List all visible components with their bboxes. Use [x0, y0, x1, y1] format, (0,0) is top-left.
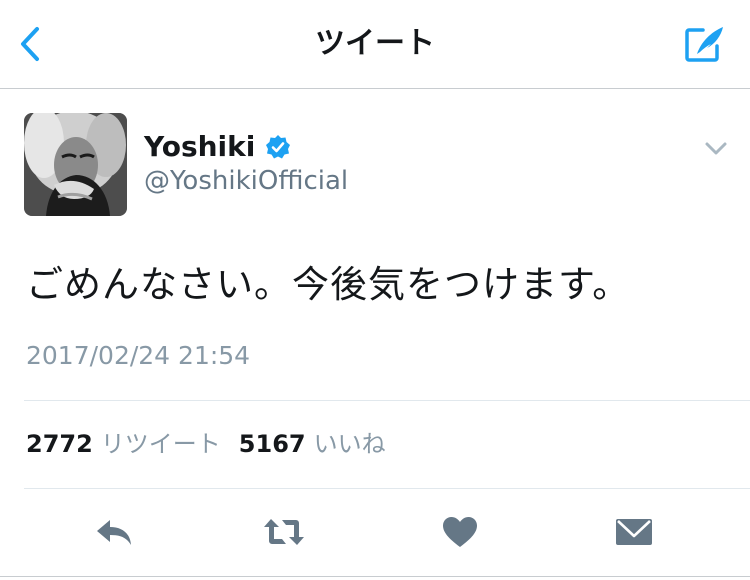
retweet-icon: [264, 519, 304, 545]
retweet-button[interactable]: [262, 512, 306, 552]
tweet-stats: 2772 リツイート 5167 いいね: [26, 424, 404, 464]
user-handle[interactable]: @YoshikiOfficial: [144, 164, 348, 198]
profile-photo: [24, 113, 127, 216]
chevron-down-icon: [705, 142, 727, 155]
like-count[interactable]: 5167: [239, 424, 306, 464]
divider: [0, 576, 750, 577]
avatar[interactable]: [24, 113, 127, 216]
compose-tweet-icon: [685, 27, 723, 62]
tweet-options-button[interactable]: [702, 134, 730, 162]
compose-tweet-button[interactable]: [682, 22, 728, 66]
author-name-row[interactable]: Yoshiki: [144, 128, 291, 166]
retweet-count[interactable]: 2772: [26, 424, 93, 464]
tweet-text: ごめんなさい。今後気をつけます。: [26, 263, 631, 306]
navigation-bar: ツイート: [0, 0, 750, 89]
heart-icon: [443, 517, 477, 547]
display-name[interactable]: Yoshiki: [144, 128, 255, 166]
retweet-label[interactable]: リツイート: [101, 424, 221, 464]
divider: [24, 488, 750, 489]
tweet-detail-screen: ツイート Yoshiki @YoshikiOfficial ごめんなさい。今後気…: [0, 0, 750, 580]
direct-message-button[interactable]: [612, 512, 656, 552]
tweet-actions-bar: [0, 500, 750, 566]
tweet-timestamp: 2017/02/24 21:54: [26, 341, 251, 370]
reply-icon: [97, 520, 131, 545]
divider: [24, 400, 750, 401]
reply-button[interactable]: [92, 512, 136, 552]
like-label[interactable]: いいね: [314, 424, 386, 464]
like-button[interactable]: [438, 512, 482, 552]
page-title: ツイート: [315, 26, 435, 61]
verified-badge-icon: [265, 134, 291, 160]
envelope-icon: [616, 519, 652, 545]
